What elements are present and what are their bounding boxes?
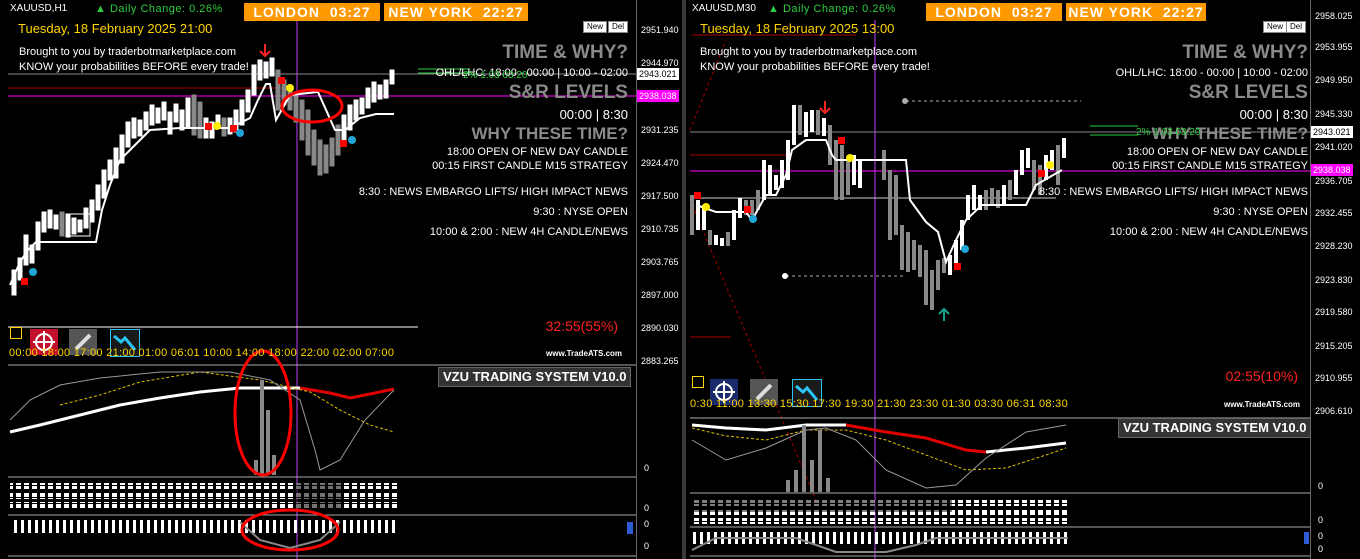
price-tick: 2958.025 bbox=[1315, 11, 1353, 21]
green-level-label: 2% 1.03 03:20 bbox=[1136, 127, 1201, 138]
price-tick: 2932.455 bbox=[1315, 208, 1353, 218]
price-tick: 2903.765 bbox=[641, 257, 679, 267]
why-these-time-heading: WHY THESE TIME? bbox=[471, 124, 628, 143]
price-tick: 2931.235 bbox=[641, 125, 679, 135]
reason-4: 9:30 : NYSE OPEN bbox=[1213, 206, 1308, 218]
london-session-badge: LONDON 03:27 bbox=[244, 3, 380, 21]
price-axis bbox=[1310, 0, 1311, 559]
price-tick: 2897.000 bbox=[641, 290, 679, 300]
reason-2: 00:15 FIRST CANDLE M15 STRATEGY bbox=[1112, 160, 1308, 172]
zero-tick: 0 bbox=[644, 519, 650, 529]
price-tick: 2923.830 bbox=[1315, 275, 1353, 285]
newyork-session-badge: NEW YORK 22:27 bbox=[1066, 3, 1206, 21]
price-tick: 2928.230 bbox=[1315, 241, 1353, 251]
london-session-badge: LONDON 03:27 bbox=[926, 3, 1062, 21]
newyork-session-badge: NEW YORK 22:27 bbox=[384, 3, 528, 21]
zero-tick: 0 bbox=[1318, 481, 1324, 491]
chart-window-xauusd-h1[interactable]: XAUUSD,H1 ▲ Daily Change: 0.26% LONDON 0… bbox=[0, 0, 682, 559]
date-label: Tuesday, 18 February 2025 21:00 bbox=[18, 21, 213, 36]
know-text: KNOW your probabilities BEFORE every tra… bbox=[700, 61, 930, 73]
current-price-box: 2943.021 bbox=[637, 68, 679, 80]
brand-label: www.TradeATS.com bbox=[1224, 400, 1301, 409]
brought-by-text: Brought to you by traderbotmarketplace.c… bbox=[19, 46, 237, 58]
time-why-heading: TIME & WHY? bbox=[502, 42, 628, 63]
zero-tick: 0 bbox=[644, 503, 650, 513]
price-tick: 2924.470 bbox=[641, 158, 679, 168]
time-why-heading: TIME & WHY? bbox=[1182, 42, 1308, 63]
reason-4: 9:30 : NYSE OPEN bbox=[533, 206, 628, 218]
price-tick: 2915.205 bbox=[1315, 341, 1353, 351]
price-tick: 2941.020 bbox=[1315, 142, 1353, 152]
reason-1: 18:00 OPEN OF NEW DAY CANDLE bbox=[446, 146, 628, 158]
vzu-system-label: VZU TRADING SYSTEM V10.0 bbox=[1118, 418, 1312, 438]
zero-tick: 0 bbox=[1318, 544, 1324, 554]
reason-3: 8:30 : NEWS EMBARGO LIFTS/ HIGH IMPACT N… bbox=[358, 186, 628, 198]
price-tick: 2910.735 bbox=[641, 224, 679, 234]
zero-tick: 0 bbox=[644, 463, 650, 473]
magenta-price-box: 2938.038 bbox=[637, 90, 679, 102]
price-tick: 2936.705 bbox=[1315, 176, 1353, 186]
zero-tick: 0 bbox=[644, 541, 650, 551]
vzu-system-label: VZU TRADING SYSTEM V10.0 bbox=[438, 367, 632, 387]
price-tick: 2919.580 bbox=[1315, 307, 1353, 317]
brought-by-text: Brought to you by traderbotmarketplace.c… bbox=[700, 46, 918, 58]
delete-button[interactable]: Del bbox=[608, 21, 629, 33]
daily-change-label: ▲ Daily Change: 0.26% bbox=[95, 3, 223, 15]
time-axis: 0:30 11:00 13:30 15:30 17:30 19:30 21:30… bbox=[690, 398, 1069, 410]
price-tick: 2944.970 bbox=[641, 58, 679, 68]
price-tick: 2951.940 bbox=[641, 25, 679, 35]
ohl-text: OHL/LHC: 18:00 - 00:00 | 10:00 - 02:00 bbox=[1115, 67, 1308, 79]
symbol-label: XAUUSD,H1 bbox=[10, 3, 68, 14]
price-tick: 2949.950 bbox=[1315, 75, 1353, 85]
delete-button[interactable]: Del bbox=[1286, 21, 1307, 33]
sr-levels-heading: S&R LEVELS bbox=[508, 82, 628, 103]
new-button[interactable]: New bbox=[1263, 21, 1288, 33]
know-text: KNOW your probabilities BEFORE every tra… bbox=[19, 61, 249, 73]
reason-1: 18:00 OPEN OF NEW DAY CANDLE bbox=[1126, 146, 1308, 158]
key-times-text: 00:00 | 8:30 bbox=[1239, 107, 1308, 122]
price-tick: 2906.610 bbox=[1315, 406, 1353, 416]
reason-5: 10:00 & 2:00 : NEW 4H CANDLE/NEWS bbox=[429, 226, 628, 238]
price-tick: 2910.955 bbox=[1315, 373, 1353, 383]
daily-change-label: ▲ Daily Change: 0.26% bbox=[768, 3, 896, 15]
price-axis bbox=[636, 0, 637, 559]
reason-2: 00:15 FIRST CANDLE M15 STRATEGY bbox=[432, 160, 628, 172]
sr-levels-heading: S&R LEVELS bbox=[1188, 82, 1308, 103]
price-tick: 2953.955 bbox=[1315, 42, 1353, 52]
zero-tick: 0 bbox=[1318, 515, 1324, 525]
current-price-box: 2943.021 bbox=[1311, 126, 1353, 138]
price-tick: 2917.500 bbox=[641, 191, 679, 201]
small-square-icon[interactable] bbox=[10, 327, 22, 339]
date-label: Tuesday, 18 February 2025 13:00 bbox=[700, 21, 895, 36]
candle-timer: 02:55(10%) bbox=[1225, 368, 1298, 384]
magenta-price-box: 2938.038 bbox=[1311, 164, 1353, 176]
reason-3: 8:30 : NEWS EMBARGO LIFTS/ HIGH IMPACT N… bbox=[1038, 186, 1308, 198]
price-tick: 2890.030 bbox=[641, 323, 679, 333]
price-tick: 2883.265 bbox=[641, 356, 679, 366]
key-times-text: 00:00 | 8:30 bbox=[559, 107, 628, 122]
price-tick: 2945.330 bbox=[1315, 109, 1353, 119]
small-square-icon[interactable] bbox=[692, 376, 704, 388]
symbol-label: XAUUSD,M30 bbox=[692, 3, 756, 14]
candle-timer: 32:55(55%) bbox=[545, 318, 618, 334]
chart-window-xauusd-m30[interactable]: XAUUSD,M30 ▲ Daily Change: 0.26% LONDON … bbox=[686, 0, 1360, 559]
new-button[interactable]: New bbox=[583, 21, 608, 33]
zero-tick: 0 bbox=[1318, 531, 1324, 541]
time-axis: 00:00 18:00 17:00 21:00 01:00 06:01 10:0… bbox=[9, 347, 395, 359]
green-level-label: 2% 1.03 03:20 bbox=[463, 70, 528, 81]
reason-5: 10:00 & 2:00 : NEW 4H CANDLE/NEWS bbox=[1109, 226, 1308, 238]
brand-label: www.TradeATS.com bbox=[546, 349, 623, 358]
